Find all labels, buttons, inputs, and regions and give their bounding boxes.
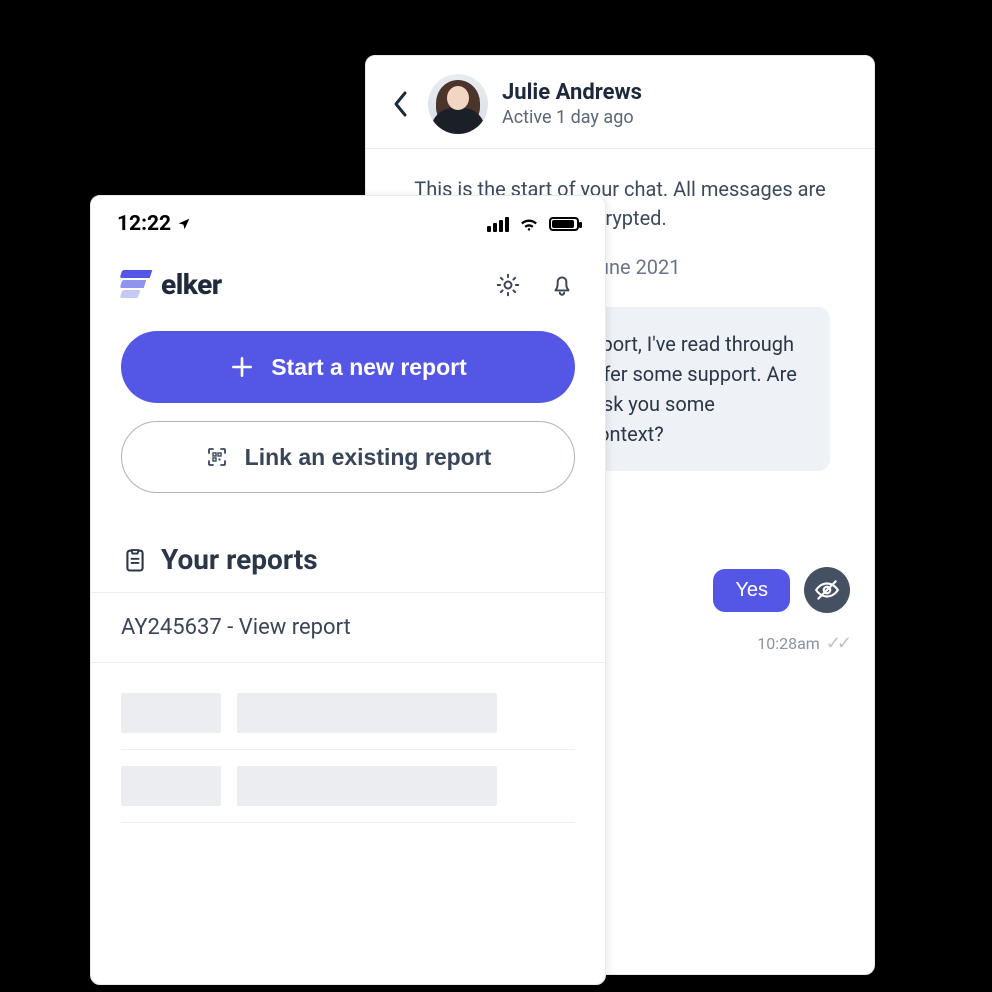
cell-signal-icon [487, 217, 509, 232]
battery-icon [549, 217, 579, 231]
brand-logo[interactable]: elker [121, 268, 222, 301]
back-icon[interactable] [388, 91, 414, 117]
location-arrow-icon [177, 217, 191, 231]
settings-gear-icon[interactable] [495, 272, 521, 298]
read-receipt-icon: ✓✓ [826, 633, 848, 654]
reports-app-window: 12:22 elker [90, 195, 606, 985]
report-list-item[interactable]: AY245637 - View report [91, 592, 605, 663]
report-skeleton-list [91, 663, 605, 837]
report-item-label: AY245637 - View report [121, 615, 351, 640]
plus-icon [229, 354, 255, 380]
skeleton-row [121, 750, 575, 823]
notifications-bell-icon[interactable] [549, 272, 575, 298]
brand-name: elker [161, 268, 222, 301]
avatar[interactable] [428, 74, 488, 134]
statusbar-time: 12:22 [117, 212, 171, 236]
your-reports-title: Your reports [161, 543, 318, 576]
reply-yes-button[interactable]: Yes [713, 569, 790, 612]
start-new-report-button[interactable]: Start a new report [121, 331, 575, 403]
your-reports-header: Your reports [91, 493, 605, 592]
brand-mark-icon [121, 270, 151, 300]
chat-timestamp: 10:28am ✓✓ [757, 633, 848, 654]
chat-time-text: 10:28am [757, 634, 820, 653]
chat-identity: Julie Andrews Active 1 day ago [502, 80, 642, 128]
chat-name: Julie Andrews [502, 80, 642, 105]
chat-header: Julie Andrews Active 1 day ago [366, 56, 874, 149]
clipboard-icon [121, 546, 149, 574]
skeleton-cell [237, 766, 497, 806]
link-existing-report-button[interactable]: Link an existing report [121, 421, 575, 493]
chat-reply-row: Yes [713, 567, 850, 613]
start-new-report-label: Start a new report [271, 354, 467, 381]
primary-actions: Start a new report Link an existing repo… [91, 311, 605, 493]
skeleton-cell [121, 693, 221, 733]
chat-active-status: Active 1 day ago [502, 107, 642, 128]
wifi-icon [519, 216, 539, 232]
anonymity-toggle-icon[interactable] [804, 567, 850, 613]
skeleton-cell [237, 693, 497, 733]
skeleton-cell [121, 766, 221, 806]
skeleton-row [121, 677, 575, 750]
qr-scan-icon [205, 445, 229, 469]
link-existing-report-label: Link an existing report [245, 444, 492, 471]
app-header: elker [91, 246, 605, 311]
phone-statusbar: 12:22 [91, 196, 605, 246]
